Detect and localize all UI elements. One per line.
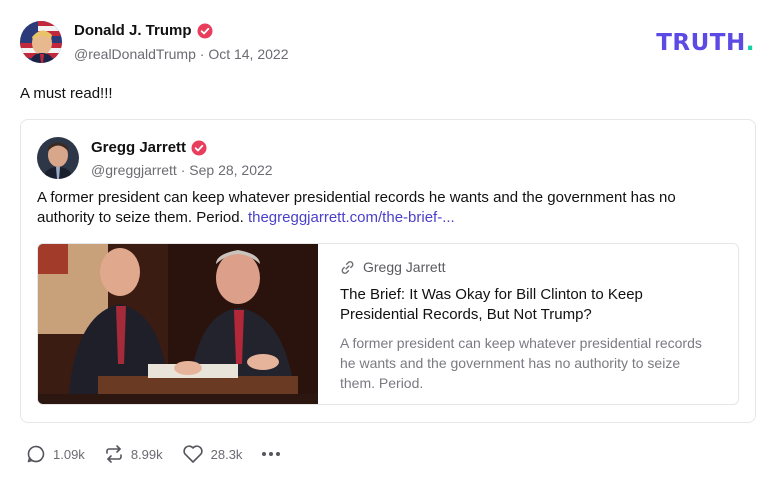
quoted-post-link[interactable]: thegreggjarrett.com/the-brief-... bbox=[248, 209, 455, 226]
meta-separator: · bbox=[180, 162, 186, 178]
ellipsis-icon bbox=[262, 452, 281, 456]
quoted-post-date[interactable]: Sep 28, 2022 bbox=[189, 162, 272, 178]
author-handle[interactable]: @realDonaldTrump bbox=[74, 46, 196, 62]
meta-separator: · bbox=[199, 46, 205, 62]
author-name[interactable]: Donald J. Trump bbox=[74, 22, 213, 39]
post-text: A must read!!! bbox=[20, 85, 113, 102]
quoted-author-handle[interactable]: @greggjarrett bbox=[91, 162, 177, 178]
link-preview-title: The Brief: It Was Okay for Bill Clinton … bbox=[340, 286, 643, 323]
quoted-author-name-text: Gregg Jarrett bbox=[91, 139, 187, 156]
quoted-author-avatar[interactable] bbox=[37, 137, 79, 179]
retruth-button[interactable]: 8.99k bbox=[104, 444, 163, 464]
link-preview-body: Gregg Jarrett The Brief: It Was Okay for… bbox=[318, 244, 738, 404]
truth-post: Donald J. Trump @realDonaldTrump · Oct 1… bbox=[0, 0, 777, 485]
heart-icon bbox=[182, 445, 203, 463]
author-avatar[interactable] bbox=[20, 21, 62, 63]
action-bar: 1.09k 8.99k 28.3k bbox=[26, 444, 307, 464]
quoted-author-meta: @greggjarrett · Sep 28, 2022 bbox=[91, 162, 273, 178]
retruth-icon bbox=[106, 445, 122, 463]
link-preview-card[interactable]: Gregg Jarrett The Brief: It Was Okay for… bbox=[37, 243, 739, 405]
link-preview-source-name: Gregg Jarrett bbox=[363, 259, 446, 275]
reply-count: 1.09k bbox=[53, 446, 85, 462]
link-icon bbox=[341, 260, 354, 274]
link-preview-image bbox=[38, 244, 318, 404]
link-preview-description: A former president can keep whatever pre… bbox=[340, 335, 702, 391]
like-count: 28.3k bbox=[210, 446, 243, 462]
truth-logo[interactable]: TRUTH. bbox=[656, 30, 755, 56]
verified-badge-icon bbox=[197, 23, 213, 38]
quoted-author-name[interactable]: Gregg Jarrett bbox=[91, 139, 207, 156]
logo-word: TRUTH bbox=[656, 30, 746, 56]
link-preview-source: Gregg Jarrett bbox=[340, 259, 716, 275]
author-name-text: Donald J. Trump bbox=[74, 22, 192, 39]
reply-button[interactable]: 1.09k bbox=[26, 444, 85, 464]
post-date[interactable]: Oct 14, 2022 bbox=[208, 46, 288, 62]
more-options-button[interactable] bbox=[261, 451, 288, 457]
like-button[interactable]: 28.3k bbox=[182, 444, 243, 464]
retruth-count: 8.99k bbox=[130, 446, 163, 462]
reply-icon bbox=[27, 445, 45, 463]
verified-badge-icon bbox=[191, 140, 207, 155]
author-meta: @realDonaldTrump · Oct 14, 2022 bbox=[74, 46, 288, 62]
logo-dot: . bbox=[745, 30, 755, 56]
